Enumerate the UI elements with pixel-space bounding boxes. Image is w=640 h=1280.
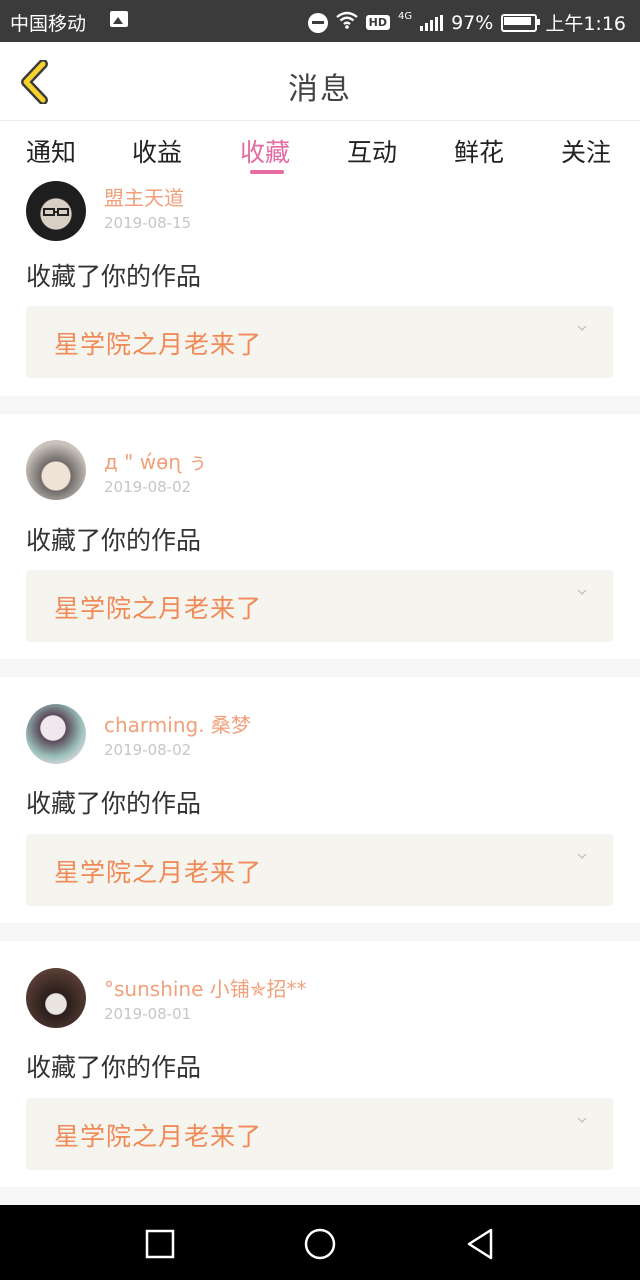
work-link[interactable]: 星学院之月老来了 [26,834,613,906]
notification-date: 2019-08-01 [104,1005,192,1023]
notification-card: 盟主天道 2019-08-15 收藏了你的作品 星学院之月老来了 [0,179,640,396]
action-text: 收藏了你的作品 [26,1053,202,1082]
tab-following[interactable]: 关注 [561,133,611,169]
signal-icon [420,14,444,31]
page-title: 消息 [288,72,352,107]
chevron-down-icon [577,325,587,331]
card-separator [0,923,640,941]
avatar[interactable] [26,968,86,1028]
notification-date: 2019-08-02 [104,741,192,759]
hd-badge: HD [365,15,390,30]
notification-date: 2019-08-15 [104,214,192,232]
chevron-down-icon [577,853,587,859]
tab-interactions[interactable]: 互动 [347,133,397,169]
card-separator [0,659,640,677]
active-tab-indicator [250,170,284,174]
chevron-down-icon [577,1117,587,1123]
wifi-icon [335,11,358,34]
avatar[interactable] [26,181,86,241]
avatar[interactable] [26,704,86,764]
work-title: 星学院之月老来了 [54,330,263,359]
work-title: 星学院之月老来了 [54,594,263,623]
card-separator [0,1187,640,1205]
do-not-disturb-icon [307,12,328,33]
tab-flowers[interactable]: 鲜花 [454,133,504,169]
card-separator [0,396,640,414]
tab-favorites[interactable]: 收藏 [240,133,290,169]
work-link[interactable]: 星学院之月老来了 [26,306,613,378]
work-link[interactable]: 星学院之月老来了 [26,1098,613,1170]
notification-date: 2019-08-02 [104,478,192,496]
home-icon[interactable] [303,1227,337,1261]
system-nav-bar [0,1205,640,1280]
username[interactable]: °sunshine 小铺✯招** [104,973,307,1002]
tab-bar: 通知 收益 收藏 互动 鲜花 关注 [0,121,640,179]
back-icon[interactable] [463,1227,497,1261]
image-icon [110,11,128,27]
avatar[interactable] [26,440,86,500]
notification-card: °sunshine 小铺✯招** 2019-08-01 收藏了你的作品 星学院之… [0,941,640,1187]
username[interactable]: charming. 桑梦 [104,709,251,738]
work-title: 星学院之月老来了 [54,858,263,887]
action-text: 收藏了你的作品 [26,789,202,818]
tab-notifications[interactable]: 通知 [26,133,76,169]
work-title: 星学院之月老来了 [54,1122,263,1151]
carrier-label: 中国移动 [10,13,87,35]
battery-percent: 97% [451,11,494,34]
chevron-down-icon [577,589,587,595]
notification-card: charming. 桑梦 2019-08-02 收藏了你的作品 星学院之月老来了 [0,677,640,923]
username[interactable]: д " ẃɵɳ ぅ [104,446,208,475]
battery-icon [501,13,541,32]
status-bar: 中国移动 HD 4G 97% 上午1:16 [0,0,640,42]
work-link[interactable]: 星学院之月老来了 [26,570,613,642]
recent-apps-icon[interactable] [143,1227,177,1261]
action-text: 收藏了你的作品 [26,262,202,291]
tab-earnings[interactable]: 收益 [132,133,182,169]
clock: 上午1:16 [545,13,626,35]
app-header: 消息 [0,42,640,121]
network-type-label: 4G [397,11,413,22]
notification-card: д " ẃɵɳ ぅ 2019-08-02 收藏了你的作品 星学院之月老来了 [0,414,640,659]
username[interactable]: 盟主天道 [104,182,184,211]
action-text: 收藏了你的作品 [26,526,202,555]
